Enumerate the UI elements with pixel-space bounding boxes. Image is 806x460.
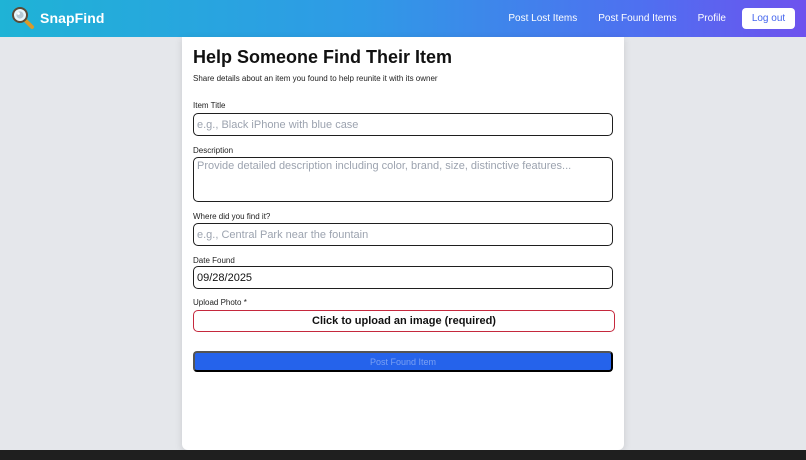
date-found-label: Date Found xyxy=(193,256,235,265)
upload-photo-label: Upload Photo * xyxy=(193,298,247,307)
post-found-item-button[interactable]: Post Found Item xyxy=(193,351,613,372)
nav-post-lost-items[interactable]: Post Lost Items xyxy=(508,13,577,24)
date-found-input[interactable]: 09/28/2025 xyxy=(193,266,613,289)
location-label: Where did you find it? xyxy=(193,212,271,221)
description-textarea[interactable]: Provide detailed description including c… xyxy=(193,157,613,202)
page-subtitle: Share details about an item you found to… xyxy=(193,74,438,83)
footer-bar xyxy=(0,450,806,460)
nav-links: Post Lost Items Post Found Items Profile… xyxy=(508,0,795,37)
location-input[interactable]: e.g., Central Park near the fountain xyxy=(193,223,613,246)
logout-button[interactable]: Log out xyxy=(742,8,795,29)
nav-post-found-items[interactable]: Post Found Items xyxy=(598,13,676,24)
navbar: SnapFind Post Lost Items Post Found Item… xyxy=(0,0,806,37)
found-item-form-card: Help Someone Find Their Item Share detai… xyxy=(182,37,624,450)
description-label: Description xyxy=(193,146,234,155)
page-title: Help Someone Find Their Item xyxy=(193,47,453,67)
nav-profile[interactable]: Profile xyxy=(698,13,726,24)
item-title-label: Item Title xyxy=(193,101,226,110)
brand-name: SnapFind xyxy=(40,10,105,26)
magnifier-logo-icon xyxy=(12,7,34,29)
upload-image-dropzone[interactable]: Click to upload an image (required) xyxy=(193,310,615,332)
brand[interactable]: SnapFind xyxy=(11,6,105,30)
item-title-input[interactable]: e.g., Black iPhone with blue case xyxy=(193,113,613,136)
